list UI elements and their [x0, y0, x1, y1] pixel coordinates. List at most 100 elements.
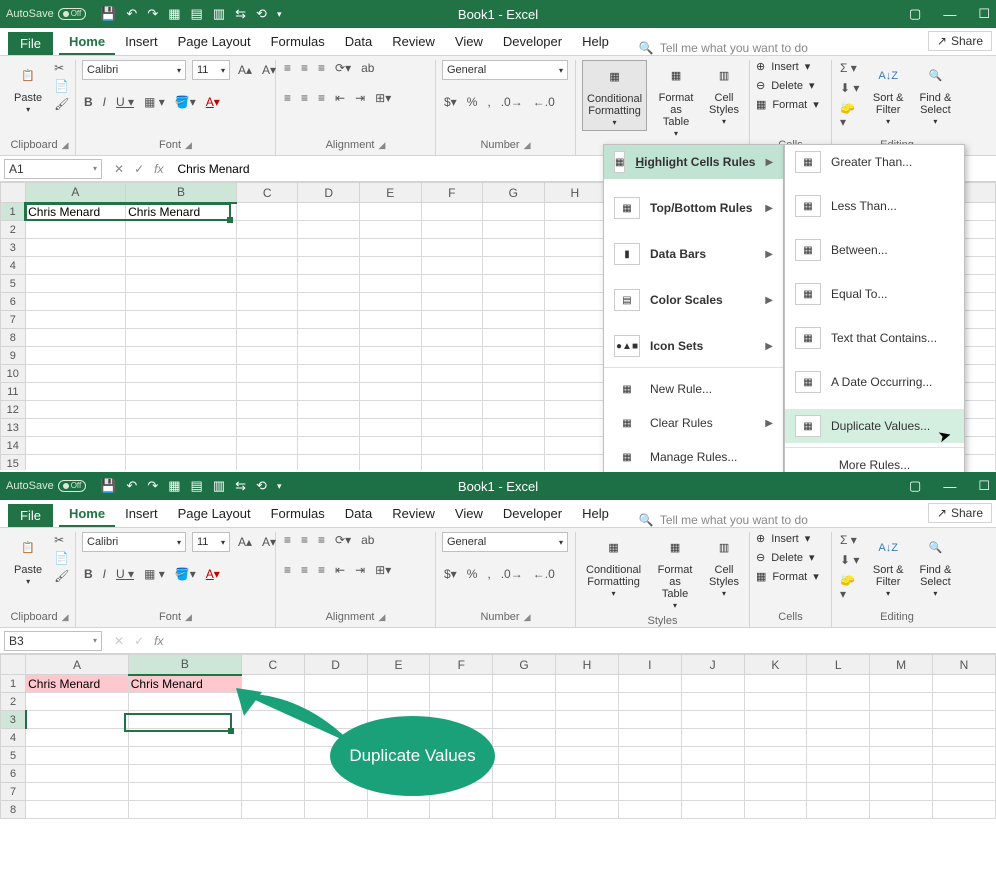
menu-color-scales[interactable]: ▤ Color Scales ▶: [604, 283, 783, 317]
select-all-corner[interactable]: [1, 183, 26, 203]
font-name-select[interactable]: Calibri▾: [82, 532, 186, 552]
fx-icon[interactable]: fx: [154, 162, 163, 176]
cell-styles-button[interactable]: ▥ Cell Styles▾: [705, 60, 743, 129]
fill-color-button[interactable]: 🪣▾: [173, 566, 198, 582]
tell-me-search[interactable]: 🔍 Tell me what you want to do: [639, 513, 808, 527]
tab-file[interactable]: File: [8, 32, 53, 55]
cell[interactable]: Chris Menard: [126, 203, 237, 221]
align-right-icon[interactable]: ≡: [316, 90, 327, 106]
maximize-icon[interactable]: ☐: [978, 478, 990, 494]
format-painter-icon[interactable]: 🖌: [52, 568, 71, 584]
menu-icon-sets[interactable]: ●▲■ Icon Sets ▶: [604, 329, 783, 363]
qat-icon[interactable]: ⇆: [235, 478, 246, 494]
ribbon-options-icon[interactable]: ▢: [909, 478, 921, 494]
row-header[interactable]: 1: [1, 203, 26, 221]
conditional-formatting-button[interactable]: ▦Conditional Formatting▾: [582, 532, 645, 601]
find-select-button[interactable]: 🔍 Find & Select▾: [915, 60, 956, 129]
enter-icon[interactable]: ✓: [134, 162, 144, 176]
menu-data-bars[interactable]: ▮ Data Bars ▶: [604, 237, 783, 271]
save-icon[interactable]: 💾: [100, 6, 116, 22]
font-size-select[interactable]: 11▾: [192, 532, 230, 552]
column-header[interactable]: G: [483, 183, 545, 203]
column-header[interactable]: C: [236, 183, 298, 203]
submenu-equal-to[interactable]: ▦Equal To...: [785, 277, 964, 311]
column-header[interactable]: F: [421, 183, 483, 203]
align-left-icon[interactable]: ≡: [282, 90, 293, 106]
menu-clear-rules[interactable]: ▦ Clear Rules ▶: [604, 406, 783, 440]
insert-cells-button[interactable]: ⊕Insert ▾: [756, 532, 810, 545]
tab-page-layout[interactable]: Page Layout: [168, 502, 261, 527]
format-cells-button[interactable]: ▦Format ▾: [756, 570, 819, 583]
autosave-toggle[interactable]: AutoSave Off: [6, 480, 86, 492]
tab-help[interactable]: Help: [572, 30, 619, 55]
decrease-indent-icon[interactable]: ⇤: [333, 90, 347, 106]
cell[interactable]: Chris Menard: [128, 675, 241, 693]
submenu-text-contains[interactable]: ▦Text that Contains...: [785, 321, 964, 355]
tab-formulas[interactable]: Formulas: [261, 502, 335, 527]
tab-home[interactable]: Home: [59, 502, 115, 527]
qat-icon[interactable]: ⟲: [256, 6, 267, 22]
tab-help[interactable]: Help: [572, 502, 619, 527]
underline-button[interactable]: U ▾: [114, 94, 136, 110]
tab-data[interactable]: Data: [335, 30, 382, 55]
cancel-icon[interactable]: ✕: [114, 162, 124, 176]
qat-more-icon[interactable]: ▾: [277, 9, 282, 20]
copy-icon[interactable]: 📄: [52, 78, 71, 94]
tab-insert[interactable]: Insert: [115, 30, 168, 55]
undo-icon[interactable]: ↶: [126, 6, 137, 22]
orientation-icon[interactable]: ⟳▾: [333, 60, 353, 76]
select-all-corner[interactable]: [1, 655, 26, 675]
cut-icon[interactable]: ✂: [52, 60, 71, 76]
tab-page-layout[interactable]: Page Layout: [168, 30, 261, 55]
bold-button[interactable]: B: [82, 566, 95, 582]
format-as-table-button[interactable]: ▦ Format as Table▾: [653, 60, 699, 141]
number-format-select[interactable]: General▾: [442, 60, 568, 80]
column-header[interactable]: E: [359, 183, 421, 203]
minimize-icon[interactable]: —: [943, 479, 956, 494]
align-middle-icon[interactable]: ≡: [299, 60, 310, 76]
clear-icon[interactable]: 🧽 ▾: [838, 100, 862, 130]
qat-icon[interactable]: ▥: [213, 6, 225, 22]
decrease-decimal-icon[interactable]: ←.0: [531, 94, 557, 110]
tab-review[interactable]: Review: [382, 502, 445, 527]
align-top-icon[interactable]: ≡: [282, 60, 293, 76]
minimize-icon[interactable]: —: [943, 7, 956, 22]
paste-button[interactable]: 📋 Paste ▾: [10, 60, 46, 117]
tab-insert[interactable]: Insert: [115, 502, 168, 527]
autosave-toggle[interactable]: AutoSave Off: [6, 8, 86, 20]
qat-icon[interactable]: ▥: [213, 478, 225, 494]
merge-center-icon[interactable]: ⊞▾: [373, 90, 393, 106]
underline-button[interactable]: U ▾: [114, 566, 136, 582]
undo-icon[interactable]: ↶: [126, 478, 137, 494]
cancel-icon[interactable]: ✕: [114, 634, 124, 648]
wrap-text-icon[interactable]: ab: [359, 60, 376, 76]
paste-button[interactable]: 📋Paste▾: [10, 532, 46, 589]
tell-me-search[interactable]: 🔍 Tell me what you want to do: [639, 41, 808, 55]
cell[interactable]: Chris Menard: [25, 203, 126, 221]
increase-decimal-icon[interactable]: .0→: [499, 94, 525, 110]
save-icon[interactable]: 💾: [100, 478, 116, 494]
fill-icon[interactable]: ⬇ ▾: [838, 80, 862, 96]
tab-review[interactable]: Review: [382, 30, 445, 55]
percent-icon[interactable]: %: [465, 94, 480, 110]
qat-icon[interactable]: ⇆: [235, 6, 246, 22]
redo-icon[interactable]: ↷: [147, 6, 158, 22]
sort-filter-button[interactable]: A↓ZSort & Filter▾: [868, 532, 909, 601]
share-button[interactable]: ↗Share: [928, 503, 992, 523]
menu-top-bottom-rules[interactable]: ▦ Top/Bottom Rules ▶: [604, 191, 783, 225]
submenu-less-than[interactable]: ▦Less Than...: [785, 189, 964, 223]
italic-button[interactable]: I: [101, 566, 108, 582]
autosum-icon[interactable]: Σ ▾: [838, 60, 862, 76]
fill-color-button[interactable]: 🪣▾: [173, 94, 198, 110]
fx-icon[interactable]: fx: [154, 634, 163, 648]
tab-file[interactable]: File: [8, 504, 53, 527]
find-select-button[interactable]: 🔍Find & Select▾: [915, 532, 956, 601]
tab-view[interactable]: View: [445, 502, 493, 527]
redo-icon[interactable]: ↷: [147, 478, 158, 494]
sort-filter-button[interactable]: A↓Z Sort & Filter▾: [868, 60, 909, 129]
tab-developer[interactable]: Developer: [493, 502, 572, 527]
increase-font-icon[interactable]: A▴: [236, 62, 254, 78]
insert-cells-button[interactable]: ⊕Insert ▾: [756, 60, 810, 73]
tab-formulas[interactable]: Formulas: [261, 30, 335, 55]
share-button[interactable]: ↗ Share: [928, 31, 992, 51]
